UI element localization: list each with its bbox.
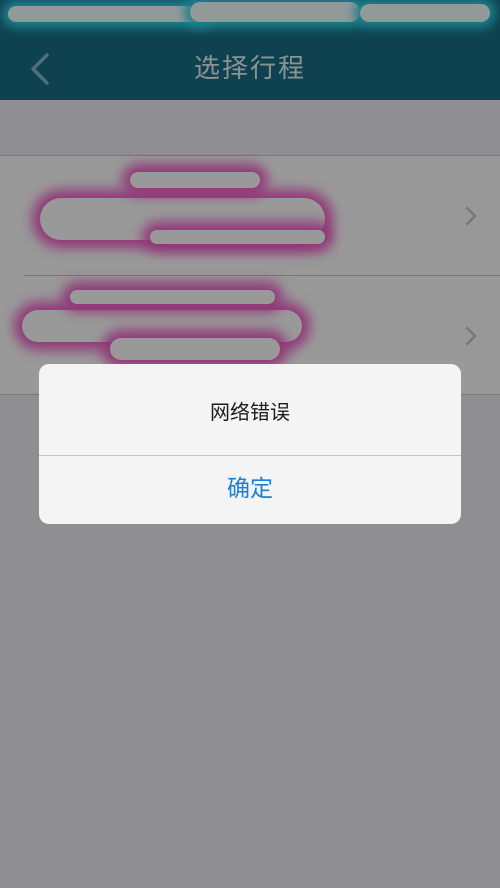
confirm-button[interactable]: 确定 xyxy=(39,456,461,524)
alert-message: 网络错误 xyxy=(210,400,290,424)
alert-dialog: 网络错误 确定 xyxy=(39,364,461,524)
screen: 选择行程 网络错误 确定 xyxy=(0,0,500,888)
